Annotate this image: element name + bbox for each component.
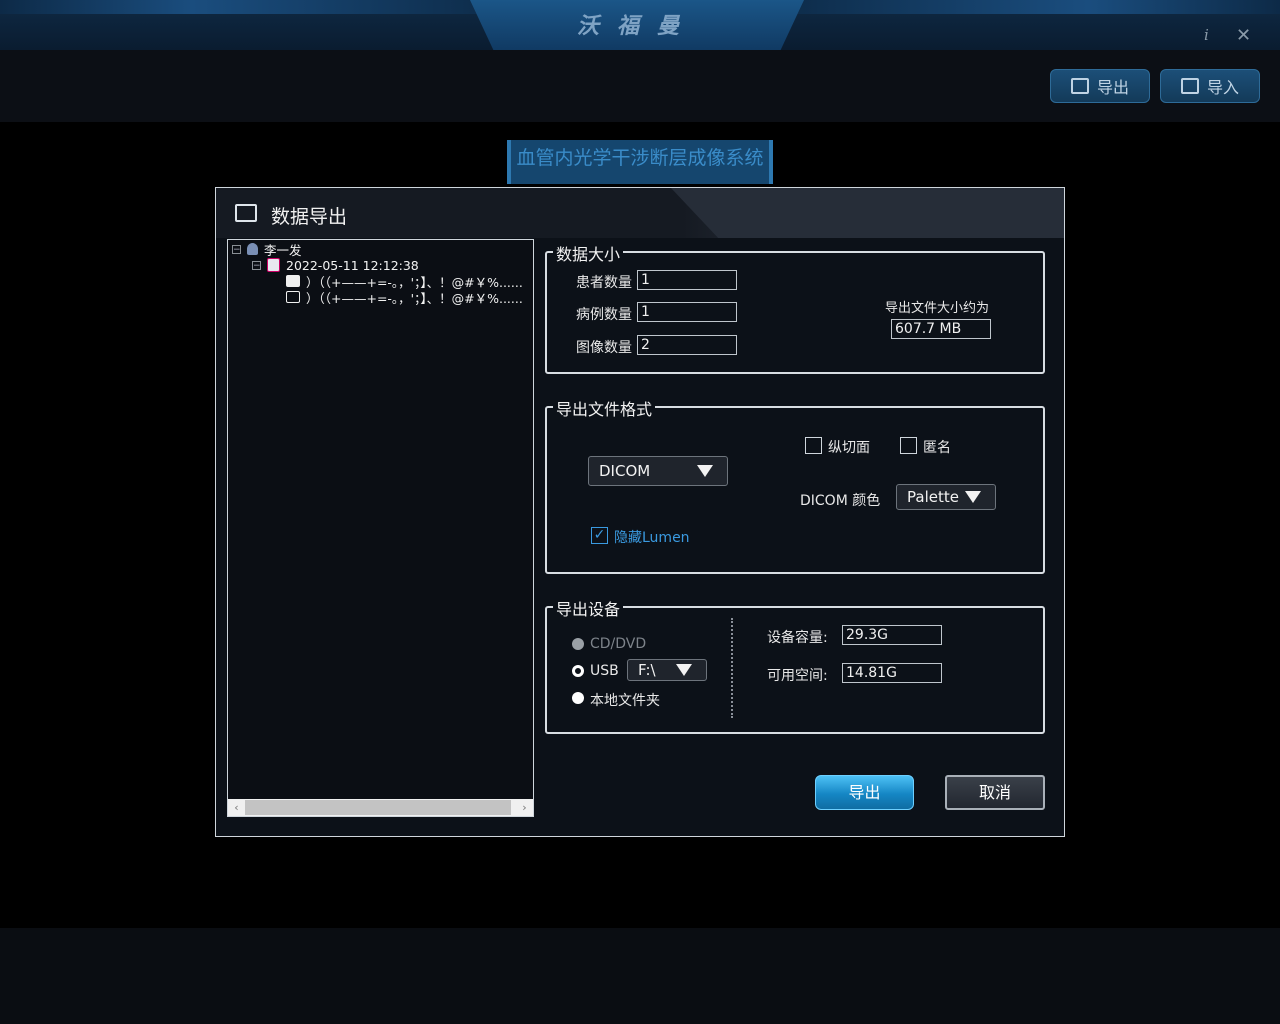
image-icon [286, 291, 300, 303]
close-icon[interactable]: ✕ [1236, 25, 1252, 46]
format-dropdown[interactable]: DICOM [588, 456, 728, 486]
case-count-field: 1 [637, 302, 737, 322]
folder-export-icon [235, 204, 257, 222]
collapse-toggle-icon[interactable]: − [232, 244, 241, 254]
image-count-field: 2 [637, 335, 737, 355]
device-divider [731, 618, 733, 718]
format-dropdown-value: DICOM [599, 462, 651, 480]
dicom-color-dropdown[interactable]: Palette [896, 484, 996, 510]
free-space-label: 可用空间: [767, 668, 828, 684]
tree-node-patient[interactable]: − 李一发 [232, 241, 302, 258]
dicom-color-value: Palette [907, 488, 959, 506]
patient-tree[interactable]: − 李一发 − 2022-05-11 12:12:38 ）（（+——+=-。，'… [227, 239, 534, 817]
toolbar-export-button[interactable]: 导出 [1050, 69, 1150, 103]
study-datetime: 2022-05-11 12:12:38 [286, 257, 419, 273]
export-device-group: 导出设备 CD/DVD USB F:\ 本地文件夹 设备容量: 29.3G 可用… [545, 596, 1045, 734]
study-document-icon [267, 258, 280, 272]
horizontal-scrollbar[interactable]: ‹ › [228, 799, 533, 816]
chevron-down-icon [676, 664, 692, 676]
capacity-field: 29.3G [842, 625, 942, 645]
usb-label: USB [590, 663, 619, 679]
collapse-toggle-icon[interactable]: − [252, 260, 261, 270]
dialog-title: 数据导出 [271, 206, 348, 228]
anonymous-checkbox[interactable] [900, 437, 917, 454]
data-size-legend: 数据大小 [553, 241, 624, 265]
toolbar-import-label: 导入 [1206, 78, 1239, 97]
export-device-legend: 导出设备 [553, 596, 624, 620]
cd-dvd-label: CD/DVD [590, 636, 647, 652]
free-space-field: 14.81G [842, 663, 942, 683]
file-size-label: 导出文件大小约为 [885, 301, 990, 316]
data-size-group: 数据大小 患者数量 1 病例数量 1 图像数量 2 导出文件大小约为 607.7… [545, 241, 1045, 374]
video-icon [286, 275, 300, 287]
image-count-label: 图像数量 [576, 340, 632, 356]
radio-local-folder[interactable] [572, 692, 584, 704]
tree-item-label: ）（（+——+=-。，'；】、！@#￥%...... [306, 274, 523, 290]
dialog-header: 数据导出 [216, 188, 1064, 238]
chevron-down-icon [697, 465, 713, 477]
tree-node-item[interactable]: ）（（+——+=-。，'；】、！@#￥%...... [286, 273, 533, 289]
dialog-header-decoration [671, 188, 1064, 238]
export-icon [1070, 78, 1089, 94]
hide-lumen-label: 隐藏Lumen [614, 530, 690, 546]
scrollbar-thumb[interactable] [245, 800, 511, 815]
radio-usb[interactable] [572, 665, 584, 677]
person-icon [247, 243, 258, 255]
tree-node-item[interactable]: ）（（+——+=-。，'；】、！@#￥%...... [286, 289, 533, 305]
export-button[interactable]: 导出 [815, 775, 914, 810]
toolbar-import-button[interactable]: 导入 [1160, 69, 1260, 103]
scroll-right-icon[interactable]: › [516, 799, 533, 816]
export-format-legend: 导出文件格式 [553, 396, 656, 420]
case-count-label: 病例数量 [576, 307, 632, 323]
capacity-label: 设备容量: [767, 630, 828, 646]
tree-node-study[interactable]: − 2022-05-11 12:12:38 [252, 257, 419, 273]
usb-drive-dropdown[interactable]: F:\ [627, 659, 707, 681]
longitudinal-checkbox[interactable] [805, 437, 822, 454]
export-format-group: 导出文件格式 DICOM 纵切面 匿名 DICOM 颜色 Palette ✓ 隐… [545, 396, 1045, 574]
local-folder-label: 本地文件夹 [590, 693, 660, 709]
anonymous-label: 匿名 [923, 440, 951, 456]
usb-drive-value: F:\ [638, 661, 656, 679]
radio-cd-dvd[interactable] [572, 638, 584, 650]
patient-count-label: 患者数量 [576, 275, 632, 291]
file-size-field: 607.7 MB [891, 319, 991, 339]
hide-lumen-checkbox[interactable]: ✓ [591, 527, 608, 544]
cancel-button[interactable]: 取消 [945, 775, 1045, 810]
export-dialog: 数据导出 − 李一发 − 2022-05-11 12:12:38 ）（（+——+… [215, 187, 1065, 837]
scroll-left-icon[interactable]: ‹ [228, 799, 245, 816]
longitudinal-label: 纵切面 [828, 440, 870, 456]
chevron-down-icon [965, 491, 981, 503]
brand-title: 沃福曼 [576, 14, 697, 39]
dicom-color-label: DICOM 颜色 [800, 493, 881, 509]
info-icon[interactable]: i [1204, 26, 1218, 44]
import-icon [1180, 78, 1199, 94]
bottom-strip [0, 928, 1280, 1024]
toolbar-export-label: 导出 [1096, 78, 1129, 97]
tree-item-label: ）（（+——+=-。，'；】、！@#￥%...... [306, 290, 523, 306]
patient-name: 李一发 [264, 242, 302, 258]
system-title: 血管内光学干涉断层成像系统 [507, 140, 773, 184]
patient-count-field: 1 [637, 270, 737, 290]
